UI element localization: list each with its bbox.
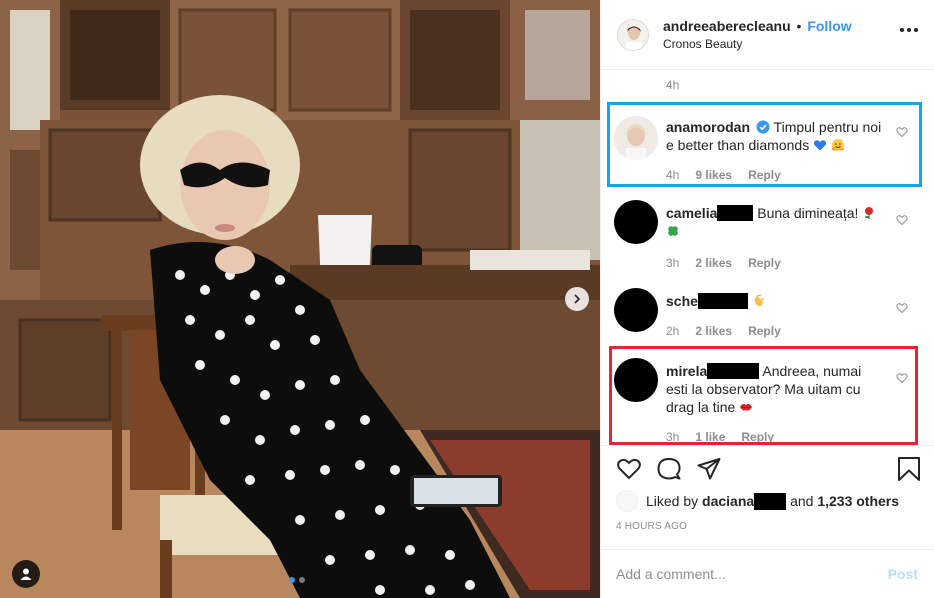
carousel-dot-active [289, 577, 295, 583]
highlight-box-red [609, 346, 918, 445]
comment-username[interactable]: camelia [666, 205, 717, 221]
carousel-dot [299, 577, 305, 583]
comment-text-block: sche [666, 292, 886, 310]
post-header: andreeaberecleanu • Follow Cronos Beauty [601, 0, 934, 70]
likes-prefix: Liked by [646, 493, 699, 509]
more-icon[interactable] [900, 28, 918, 32]
four-leaf-clover-icon [668, 226, 678, 236]
clapping-hands-icon [754, 294, 765, 307]
author-username[interactable]: andreeaberecleanu [663, 18, 791, 34]
comment-time[interactable]: 3h [666, 256, 679, 270]
heart-icon[interactable] [616, 456, 642, 482]
comment-meta: 3h 2 likes Reply [666, 256, 781, 270]
likes-others-link[interactable]: 1,233 others [817, 493, 899, 509]
chevron-right-icon [574, 294, 581, 304]
photo-scene [0, 0, 600, 598]
comment-input[interactable] [616, 566, 888, 582]
author-avatar[interactable] [617, 18, 649, 51]
comment-avatar[interactable] [614, 288, 658, 332]
comment-item: sche 2h 2 likes Reply [600, 286, 934, 342]
highlight-box-blue [607, 102, 922, 187]
post-photo[interactable] [0, 0, 600, 598]
bookmark-icon[interactable] [896, 456, 922, 482]
add-comment-bar: Post [600, 549, 934, 598]
rose-icon [865, 207, 874, 219]
redaction-bar [717, 205, 754, 221]
separator-dot: • [796, 18, 802, 34]
liker-username[interactable]: daciana [702, 493, 754, 509]
likes-middle: and [790, 493, 814, 509]
author-avatar-image [618, 19, 648, 50]
comment-username[interactable]: sche [666, 293, 698, 309]
user-tag-button[interactable] [12, 560, 40, 588]
user-tag-icon [20, 568, 32, 580]
reply-button[interactable]: Reply [748, 256, 781, 270]
comment-like-heart-icon[interactable] [896, 302, 908, 314]
redaction-bar [697, 293, 748, 309]
redaction-bar [754, 492, 787, 510]
liker-avatar[interactable] [616, 490, 638, 512]
comment-item: camelia Buna dimineața! 3h 2 likes Reply [600, 198, 934, 270]
post-location[interactable]: Cronos Beauty [663, 37, 852, 51]
next-photo-button[interactable] [565, 287, 589, 311]
comment-avatar[interactable] [614, 200, 658, 244]
comment-text: Buna dimineața! [757, 205, 859, 221]
comment-icon[interactable] [656, 456, 682, 482]
comment-likes[interactable]: 2 likes [695, 256, 732, 270]
post-actions [600, 445, 934, 489]
carousel-dots [289, 577, 305, 583]
follow-button[interactable]: Follow [807, 18, 851, 34]
comment-text-block: camelia Buna dimineața! [666, 204, 886, 240]
comment-likes[interactable]: 2 likes [695, 324, 732, 338]
comment-like-heart-icon[interactable] [896, 214, 908, 226]
likes-summary: Liked by daciana and 1,233 others [616, 490, 899, 512]
comment-time[interactable]: 2h [666, 324, 679, 338]
reply-button[interactable]: Reply [748, 324, 781, 338]
share-icon[interactable] [696, 456, 722, 482]
caption-time: 4h [666, 78, 680, 92]
post-timestamp[interactable]: 4 HOURS AGO [616, 521, 687, 532]
comment-meta: 2h 2 likes Reply [666, 324, 781, 338]
post-button[interactable]: Post [888, 566, 918, 582]
